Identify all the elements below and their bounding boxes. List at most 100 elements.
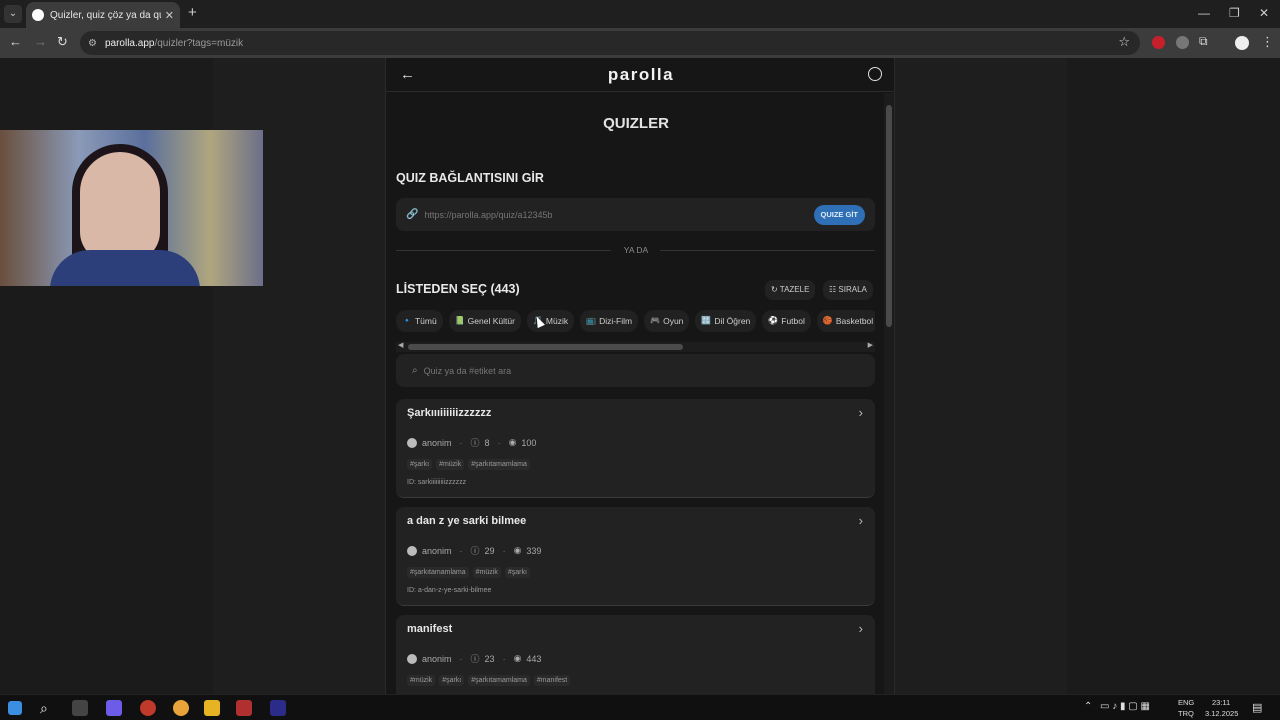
profile-avatar-icon[interactable] (1235, 36, 1249, 50)
language-bottom[interactable]: TRQ (1178, 709, 1194, 718)
tab-title: Quizler, quiz çöz ya da quiz oluş (50, 9, 161, 21)
quiz-tags: #şarkıtamamlama #müzik #şarkı (407, 567, 530, 578)
chip-dil-ogren[interactable]: 🔠 Dil Öğren (695, 310, 757, 332)
right-margin (895, 58, 1067, 694)
chevron-right-icon[interactable]: › (859, 621, 863, 636)
quiz-tag[interactable]: #şarkı (439, 675, 465, 686)
chevron-right-icon[interactable]: › (859, 405, 863, 420)
quiz-card[interactable]: Şarkıııiiiiiizzzzzz › anonim · ⓘ 8 · ◉ 1… (396, 399, 875, 498)
forward-nav-icon[interactable]: → (34, 34, 47, 49)
quiz-tag[interactable]: #manifest (533, 675, 571, 686)
chip-oyun[interactable]: 🎮 Oyun (644, 310, 690, 332)
browser-tab[interactable]: Quizler, quiz çöz ya da quiz oluş ✕ (26, 2, 180, 28)
quiz-tag[interactable]: #şarkı (407, 459, 433, 470)
list-title: LİSTEDEN SEÇ (443) (396, 282, 520, 296)
book-icon: 📗 (454, 316, 465, 325)
omnibox[interactable]: ⚙ parolla.app/quizler?tags=müzik ☆ (80, 31, 1140, 55)
extension-icon[interactable] (1152, 36, 1165, 49)
reload-icon[interactable]: ↻ (57, 34, 68, 50)
tray-chevron-icon[interactable]: ⌃ (1084, 701, 1092, 712)
quiz-link-field: 🔗 QUIZE GİT (396, 198, 875, 231)
back-nav-icon[interactable]: ← (9, 34, 22, 49)
refresh-label: TAZELE (779, 285, 810, 294)
notification-icon[interactable]: ▤ (1252, 701, 1262, 714)
scroll-right-arrow-icon[interactable]: ▶ (868, 341, 873, 349)
logo[interactable]: parolla (386, 65, 894, 85)
chip-label: Müzik (545, 316, 569, 326)
quiz-tag[interactable]: #şarkı (504, 567, 530, 578)
chip-dizi-film[interactable]: 📺 Dizi-Film (580, 310, 639, 332)
search-icon[interactable]: ⌕ (40, 700, 56, 716)
scrollbar-thumb[interactable] (886, 105, 892, 327)
chip-tumu[interactable]: 🔹 Tümü (396, 310, 443, 332)
chevron-right-icon[interactable]: › (859, 513, 863, 528)
webcam-overlay (0, 130, 263, 286)
quiz-search-input[interactable] (423, 365, 859, 376)
close-window-icon[interactable]: ✕ (1259, 6, 1269, 20)
url-host: parolla.app (104, 37, 155, 49)
app-header: ← parolla (386, 58, 894, 92)
quiz-author: anonim (422, 545, 452, 556)
soccer-ball-icon: ⚽ (768, 316, 779, 325)
extensions-puzzle-icon[interactable]: ⧉ (1199, 34, 1208, 49)
user-profile-icon[interactable] (868, 67, 882, 81)
site-info-icon[interactable]: ⚙ (88, 38, 97, 49)
question-count-icon: ⓘ (470, 438, 480, 448)
tv-icon: 📺 (586, 316, 597, 325)
vertical-scrollbar[interactable] (884, 93, 894, 694)
language-top[interactable]: ENG (1178, 698, 1194, 707)
app-icon[interactable] (140, 700, 156, 716)
quiz-id: ID: a-dan-z-ye-sarki-bilmee (407, 587, 492, 594)
premiere-icon[interactable] (270, 700, 286, 716)
start-windows-icon[interactable] (8, 701, 22, 715)
file-explorer-icon[interactable] (204, 700, 220, 716)
chip-label: Futbol (781, 316, 805, 326)
separator-dot: · (502, 545, 506, 556)
tab-search-button[interactable]: ⌄ (4, 5, 22, 23)
bookmark-star-icon[interactable]: ☆ (1118, 34, 1130, 50)
sort-button[interactable]: ☷ SIRALA (823, 280, 873, 300)
video-app-icon[interactable] (236, 700, 252, 716)
quiz-tag[interactable]: #müzik (407, 675, 436, 686)
go-to-quiz-button[interactable]: QUIZE GİT (813, 204, 865, 225)
quiz-link-input[interactable] (424, 209, 814, 220)
quiz-tag[interactable]: #şarkıtamamlama (468, 459, 530, 470)
quiz-author: anonim (422, 437, 452, 448)
quiz-question-count: 8 (484, 437, 490, 448)
quiz-tag[interactable]: #müzik (472, 567, 501, 578)
restore-icon[interactable]: ❐ (1229, 6, 1240, 20)
chips-scroll-thumb[interactable] (408, 344, 683, 350)
extension-icon[interactable] (1176, 36, 1189, 49)
quiz-tag[interactable]: #müzik (436, 459, 465, 470)
clock-time[interactable]: 23:11 (1212, 698, 1230, 707)
quiz-card[interactable]: manifest › anonim · ⓘ 23 · ◉ 443 #müzik … (396, 615, 875, 694)
quiz-id: ID: sarkiiiiiiiiizzzzzz (407, 479, 467, 486)
separator-dot: · (497, 437, 501, 448)
quiz-tag[interactable]: #şarkıtamamlama (407, 567, 469, 578)
minimize-icon[interactable]: — (1198, 6, 1210, 20)
chip-label: Dizi-Film (599, 316, 633, 326)
browser-tab-strip: ⌄ Quizler, quiz çöz ya da quiz oluş ✕ + … (0, 0, 1280, 28)
chip-genel-kultur[interactable]: 📗 Genel Kültür (448, 310, 521, 332)
quiz-card[interactable]: a dan z ye sarki bilmee › anonim · ⓘ 29 … (396, 507, 875, 606)
menu-dots-icon[interactable]: ⋮ (1261, 34, 1274, 50)
close-tab-icon[interactable]: ✕ (165, 9, 174, 22)
list-header: LİSTEDEN SEÇ (443) ↻ TAZELE ☷ SIRALA (396, 280, 875, 300)
quiz-tags: #müzik #şarkı #şarkıtamamlama #manifest (407, 675, 571, 686)
quiz-meta: anonim · ⓘ 29 · ◉ 339 (407, 544, 541, 557)
scroll-left-arrow-icon[interactable]: ◀ (398, 341, 403, 349)
search-icon: ⌕ (412, 365, 418, 376)
new-tab-button[interactable]: + (188, 4, 197, 21)
clock-date[interactable]: 3.12.2025 (1205, 709, 1238, 718)
chip-basketbol[interactable]: 🏀 Basketbol (816, 310, 875, 332)
chips-horizontal-scrollbar[interactable]: ◀ ▶ (396, 342, 875, 352)
tray-icons[interactable]: ▭ ♪ ▮ ▢ ▦ (1100, 701, 1150, 712)
refresh-button[interactable]: ↻ TAZELE (765, 280, 816, 300)
chip-futbol[interactable]: ⚽ Futbol (762, 310, 811, 332)
copilot-icon[interactable] (106, 700, 122, 716)
chrome-icon[interactable] (173, 700, 189, 716)
task-view-icon[interactable] (72, 700, 88, 716)
webcam-face (80, 152, 160, 262)
quiz-tag[interactable]: #şarkıtamamlama (468, 675, 530, 686)
basketball-icon: 🏀 (822, 316, 833, 325)
